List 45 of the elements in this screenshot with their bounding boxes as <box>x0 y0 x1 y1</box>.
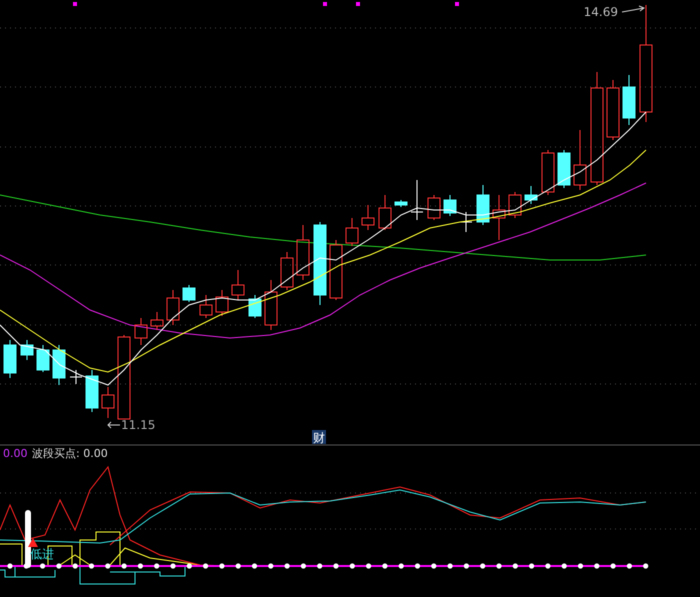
candlestick <box>232 270 244 300</box>
candlestick <box>444 194 456 216</box>
candlestick <box>134 318 148 346</box>
candlestick <box>460 212 472 232</box>
candlestick <box>394 200 408 208</box>
candlestick <box>248 294 262 318</box>
candlestick <box>346 218 358 246</box>
candlestick <box>182 284 196 302</box>
candlestick <box>492 194 506 240</box>
candlestick <box>150 312 164 330</box>
candlestick <box>264 280 278 330</box>
candlestick <box>280 252 294 290</box>
high-price-arrow <box>622 6 646 12</box>
candlestick <box>200 294 212 318</box>
candlestick <box>558 150 570 188</box>
finance-badge: 财 <box>312 430 326 445</box>
candlestick <box>524 186 538 204</box>
candlestick <box>216 290 228 316</box>
signal-triangle-icon <box>28 538 38 547</box>
indicator-title: 波段买点: 0.00 <box>32 447 108 460</box>
candlestick <box>622 74 636 126</box>
candlestick <box>508 192 522 218</box>
indicator-value: 0.00 <box>3 447 28 460</box>
candlestick <box>36 344 50 372</box>
low-price-arrow <box>107 422 120 428</box>
candlestick <box>70 370 82 384</box>
candlestick <box>52 344 66 386</box>
candlestick <box>476 184 490 226</box>
candlestick <box>378 194 392 230</box>
candlestick <box>362 204 374 230</box>
candlestick <box>428 194 440 220</box>
candlestick <box>330 240 342 300</box>
candlestick <box>606 80 620 140</box>
candlestick <box>542 150 554 196</box>
candlestick <box>102 386 114 418</box>
candlestick <box>86 370 98 412</box>
candlestick <box>410 180 424 220</box>
candlestick <box>20 340 34 360</box>
candlestick <box>4 340 16 378</box>
candlestick <box>574 130 586 190</box>
candlestick <box>296 224 310 280</box>
low-price-label: 11.15 <box>121 418 156 432</box>
candlestick <box>166 290 180 326</box>
signal-bar <box>25 510 31 568</box>
high-price-label: 14.69 <box>584 5 618 19</box>
